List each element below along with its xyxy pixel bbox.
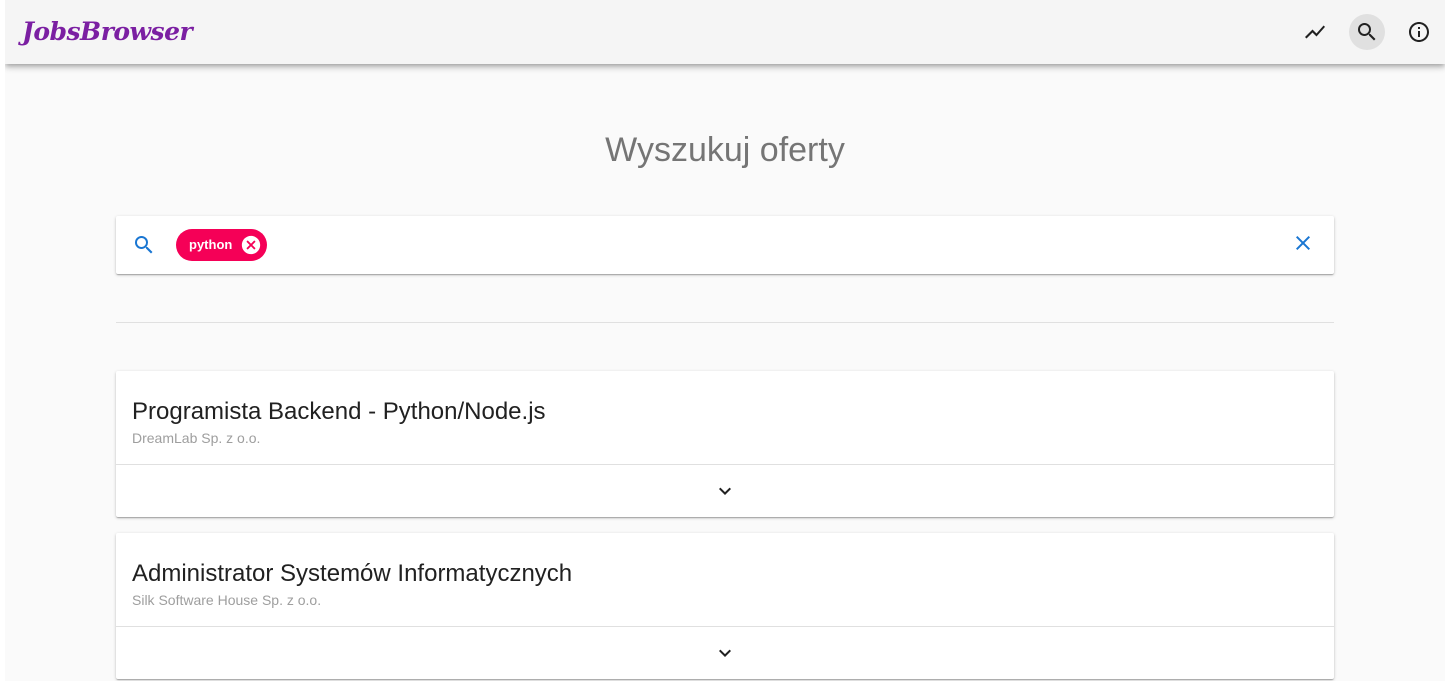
section-divider bbox=[116, 322, 1334, 323]
chevron-down-icon bbox=[713, 479, 737, 503]
job-title[interactable]: Programista Backend - Python/Node.js bbox=[132, 397, 546, 427]
close-icon bbox=[1291, 231, 1315, 260]
job-card[interactable]: Administrator Systemów Informatycznych S… bbox=[116, 533, 1334, 679]
app-bar: JobsBrowser bbox=[5, 0, 1445, 64]
page-title: Wyszukuj oferty bbox=[605, 131, 845, 169]
expand-job-button[interactable] bbox=[116, 627, 1334, 679]
chip-label: python bbox=[189, 237, 233, 252]
chip-remove-icon[interactable] bbox=[239, 233, 263, 257]
app-brand-logo[interactable]: JobsBrowser bbox=[22, 14, 193, 50]
job-company: DreamLab Sp. z o.o. bbox=[132, 430, 261, 446]
expand-job-button[interactable] bbox=[116, 465, 1334, 517]
job-card[interactable]: Programista Backend - Python/Node.js Dre… bbox=[116, 371, 1334, 517]
info-button[interactable] bbox=[1401, 14, 1437, 50]
job-title[interactable]: Administrator Systemów Informatycznych bbox=[132, 559, 572, 589]
trending-up-icon bbox=[1303, 20, 1327, 44]
search-icon bbox=[132, 233, 156, 257]
app-root: JobsBrowser Wyszukuj oferty python Progr… bbox=[5, 0, 1445, 681]
clear-search-button[interactable] bbox=[1288, 230, 1318, 260]
chevron-down-icon bbox=[713, 641, 737, 665]
stats-button[interactable] bbox=[1297, 14, 1333, 50]
filter-chip-python[interactable]: python bbox=[176, 229, 268, 261]
search-input[interactable] bbox=[276, 229, 1280, 263]
job-company: Silk Software House Sp. z o.o. bbox=[132, 592, 322, 608]
search-icon bbox=[1355, 20, 1379, 44]
search-page-button[interactable] bbox=[1349, 14, 1385, 50]
search-bar: python bbox=[116, 216, 1334, 274]
info-icon bbox=[1407, 20, 1431, 44]
